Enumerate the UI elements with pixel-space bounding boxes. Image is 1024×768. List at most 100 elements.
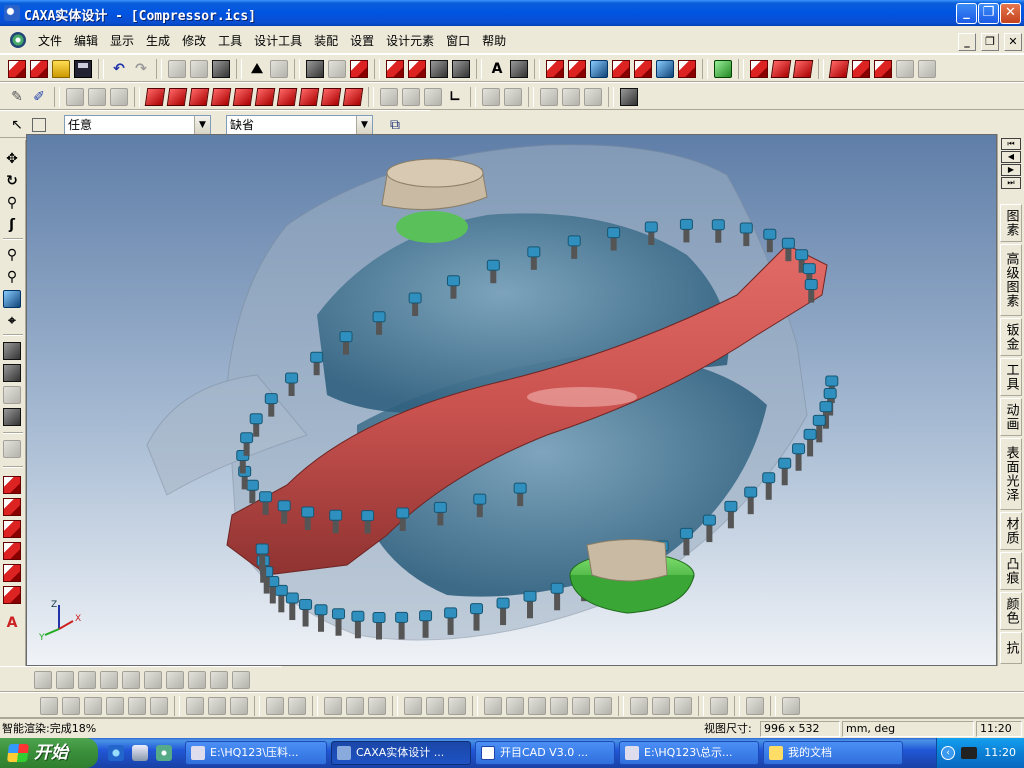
center-view-icon[interactable]: ⌖ bbox=[3, 312, 21, 330]
view-iso-icon[interactable] bbox=[276, 88, 298, 106]
line-icon[interactable] bbox=[324, 697, 342, 715]
mdi-close-button[interactable]: ✕ bbox=[1004, 33, 1022, 51]
zoom-window-icon[interactable]: ⚲ bbox=[3, 268, 21, 286]
assembly-icon[interactable] bbox=[714, 60, 732, 78]
shape-tool-icon[interactable] bbox=[3, 542, 21, 560]
menu-settings[interactable]: 设置 bbox=[344, 32, 380, 49]
tab-advanced-primitives[interactable]: 高级图素 bbox=[1000, 244, 1022, 316]
light-icon[interactable] bbox=[328, 60, 346, 78]
document-icon[interactable] bbox=[10, 32, 26, 48]
curve-mirror-icon[interactable] bbox=[266, 697, 284, 715]
slice-tool-icon[interactable] bbox=[3, 564, 21, 582]
tab-emboss[interactable]: 凸痕 bbox=[1000, 552, 1022, 590]
tray-clock[interactable]: 11:20 bbox=[984, 746, 1016, 759]
open-folder-icon[interactable] bbox=[52, 60, 70, 78]
sketch-circle-icon[interactable] bbox=[144, 671, 162, 689]
cut-icon[interactable] bbox=[168, 60, 186, 78]
measure-icon[interactable] bbox=[482, 88, 500, 106]
copy-icon[interactable] bbox=[190, 60, 208, 78]
media-icon[interactable] bbox=[156, 745, 172, 761]
sketch-diagonal-icon[interactable] bbox=[232, 671, 250, 689]
render-icon[interactable] bbox=[306, 60, 324, 78]
view-iso4-icon[interactable] bbox=[342, 88, 364, 106]
camera-icon[interactable] bbox=[350, 60, 368, 78]
menu-modify[interactable]: 修改 bbox=[176, 32, 212, 49]
menu-design-elements[interactable]: 设计元素 bbox=[380, 32, 440, 49]
nav-next-button[interactable]: ▶ bbox=[1001, 164, 1021, 176]
circle-center-icon[interactable] bbox=[484, 697, 502, 715]
camera-target-icon[interactable] bbox=[3, 342, 21, 360]
layer-2-icon[interactable] bbox=[562, 88, 580, 106]
mdi-minimize-button[interactable]: _ bbox=[958, 33, 976, 51]
curve-break-icon[interactable] bbox=[230, 697, 248, 715]
face-offset-icon[interactable] bbox=[612, 60, 630, 78]
vertex-tool-icon[interactable] bbox=[3, 520, 21, 538]
boolean-intersect-icon[interactable] bbox=[874, 60, 892, 78]
menu-design-tools[interactable]: 设计工具 bbox=[248, 32, 308, 49]
texture-icon[interactable] bbox=[88, 88, 106, 106]
curve-rect2-icon[interactable] bbox=[62, 697, 80, 715]
curve-arc-icon[interactable] bbox=[84, 697, 102, 715]
face-rotate-icon[interactable] bbox=[590, 60, 608, 78]
arc-tangent-icon[interactable] bbox=[674, 697, 692, 715]
curve-trim-icon[interactable] bbox=[186, 697, 204, 715]
chevron-down-icon[interactable]: ▼ bbox=[356, 116, 372, 134]
view-right-icon[interactable] bbox=[210, 88, 232, 106]
angle-line-icon[interactable] bbox=[368, 697, 386, 715]
pattern-icon[interactable] bbox=[896, 60, 914, 78]
ie-icon[interactable] bbox=[108, 745, 124, 761]
polygon-icon[interactable] bbox=[528, 697, 546, 715]
curve-project-icon[interactable] bbox=[288, 697, 306, 715]
undo-icon[interactable]: ↶ bbox=[110, 60, 128, 78]
select-arrow-icon[interactable]: ↖ bbox=[8, 116, 26, 134]
revolve-icon[interactable] bbox=[408, 60, 426, 78]
pan-icon[interactable]: ✥ bbox=[3, 150, 21, 168]
minimize-button[interactable]: _ bbox=[956, 3, 977, 24]
camera-lock-icon[interactable] bbox=[3, 386, 21, 404]
dimension-tool-icon[interactable] bbox=[782, 697, 800, 715]
tab-surface-finish[interactable]: 表面光泽 bbox=[1000, 438, 1022, 510]
selection-filter-select[interactable]: 任意 ▼ bbox=[64, 115, 211, 135]
arrow-tool-icon[interactable] bbox=[546, 60, 564, 78]
chamfer-icon[interactable] bbox=[770, 60, 792, 78]
polyline-icon[interactable] bbox=[346, 697, 364, 715]
compressor-model[interactable]: Z X Y bbox=[27, 135, 997, 666]
extrude-icon[interactable] bbox=[386, 60, 404, 78]
box-select-icon[interactable] bbox=[32, 118, 46, 132]
face-delete-icon[interactable] bbox=[678, 60, 696, 78]
task-my-documents[interactable]: 我的文档 bbox=[763, 741, 903, 765]
face-tool-icon[interactable] bbox=[3, 476, 21, 494]
close-button[interactable]: ✕ bbox=[1000, 3, 1021, 24]
task-explorer-2[interactable]: E:\HQ123\总示... bbox=[619, 741, 759, 765]
view-front-icon[interactable] bbox=[144, 88, 166, 106]
construction-icon[interactable] bbox=[746, 697, 764, 715]
sketch-project-icon[interactable] bbox=[166, 671, 184, 689]
menu-tools[interactable]: 工具 bbox=[212, 32, 248, 49]
point-icon[interactable] bbox=[404, 697, 422, 715]
camera-tray-icon[interactable] bbox=[961, 747, 977, 759]
rotate-view-icon[interactable]: ↻ bbox=[3, 172, 21, 190]
nav-first-button[interactable]: ⏮ bbox=[1001, 138, 1021, 150]
shaded-icon[interactable] bbox=[424, 88, 442, 106]
hexagon-icon[interactable] bbox=[550, 697, 568, 715]
hidden-line-icon[interactable] bbox=[402, 88, 420, 106]
face-draft-icon[interactable] bbox=[634, 60, 652, 78]
sketch-line-icon[interactable] bbox=[34, 671, 52, 689]
tab-animation[interactable]: 动画 bbox=[1000, 398, 1022, 436]
sketch-horizontal-icon[interactable] bbox=[100, 671, 118, 689]
restore-button[interactable]: ❐ bbox=[978, 3, 999, 24]
tab-more[interactable]: 抗 bbox=[1000, 632, 1022, 664]
new-drawing-icon[interactable] bbox=[30, 60, 48, 78]
camera-view-icon[interactable] bbox=[3, 408, 21, 426]
tab-material[interactable]: 材质 bbox=[1000, 512, 1022, 550]
menu-help[interactable]: 帮助 bbox=[476, 32, 512, 49]
menu-generate[interactable]: 生成 bbox=[140, 32, 176, 49]
curve-offset-icon[interactable] bbox=[128, 697, 146, 715]
edge-tool-icon[interactable] bbox=[3, 498, 21, 516]
menu-assembly[interactable]: 装配 bbox=[308, 32, 344, 49]
tab-primitives[interactable]: 图素 bbox=[1000, 204, 1022, 242]
sweep-icon[interactable] bbox=[430, 60, 448, 78]
hierarchy-icon[interactable]: ⧉ bbox=[386, 116, 404, 134]
curve-spline-icon[interactable] bbox=[106, 697, 124, 715]
ellipse-icon[interactable] bbox=[710, 697, 728, 715]
